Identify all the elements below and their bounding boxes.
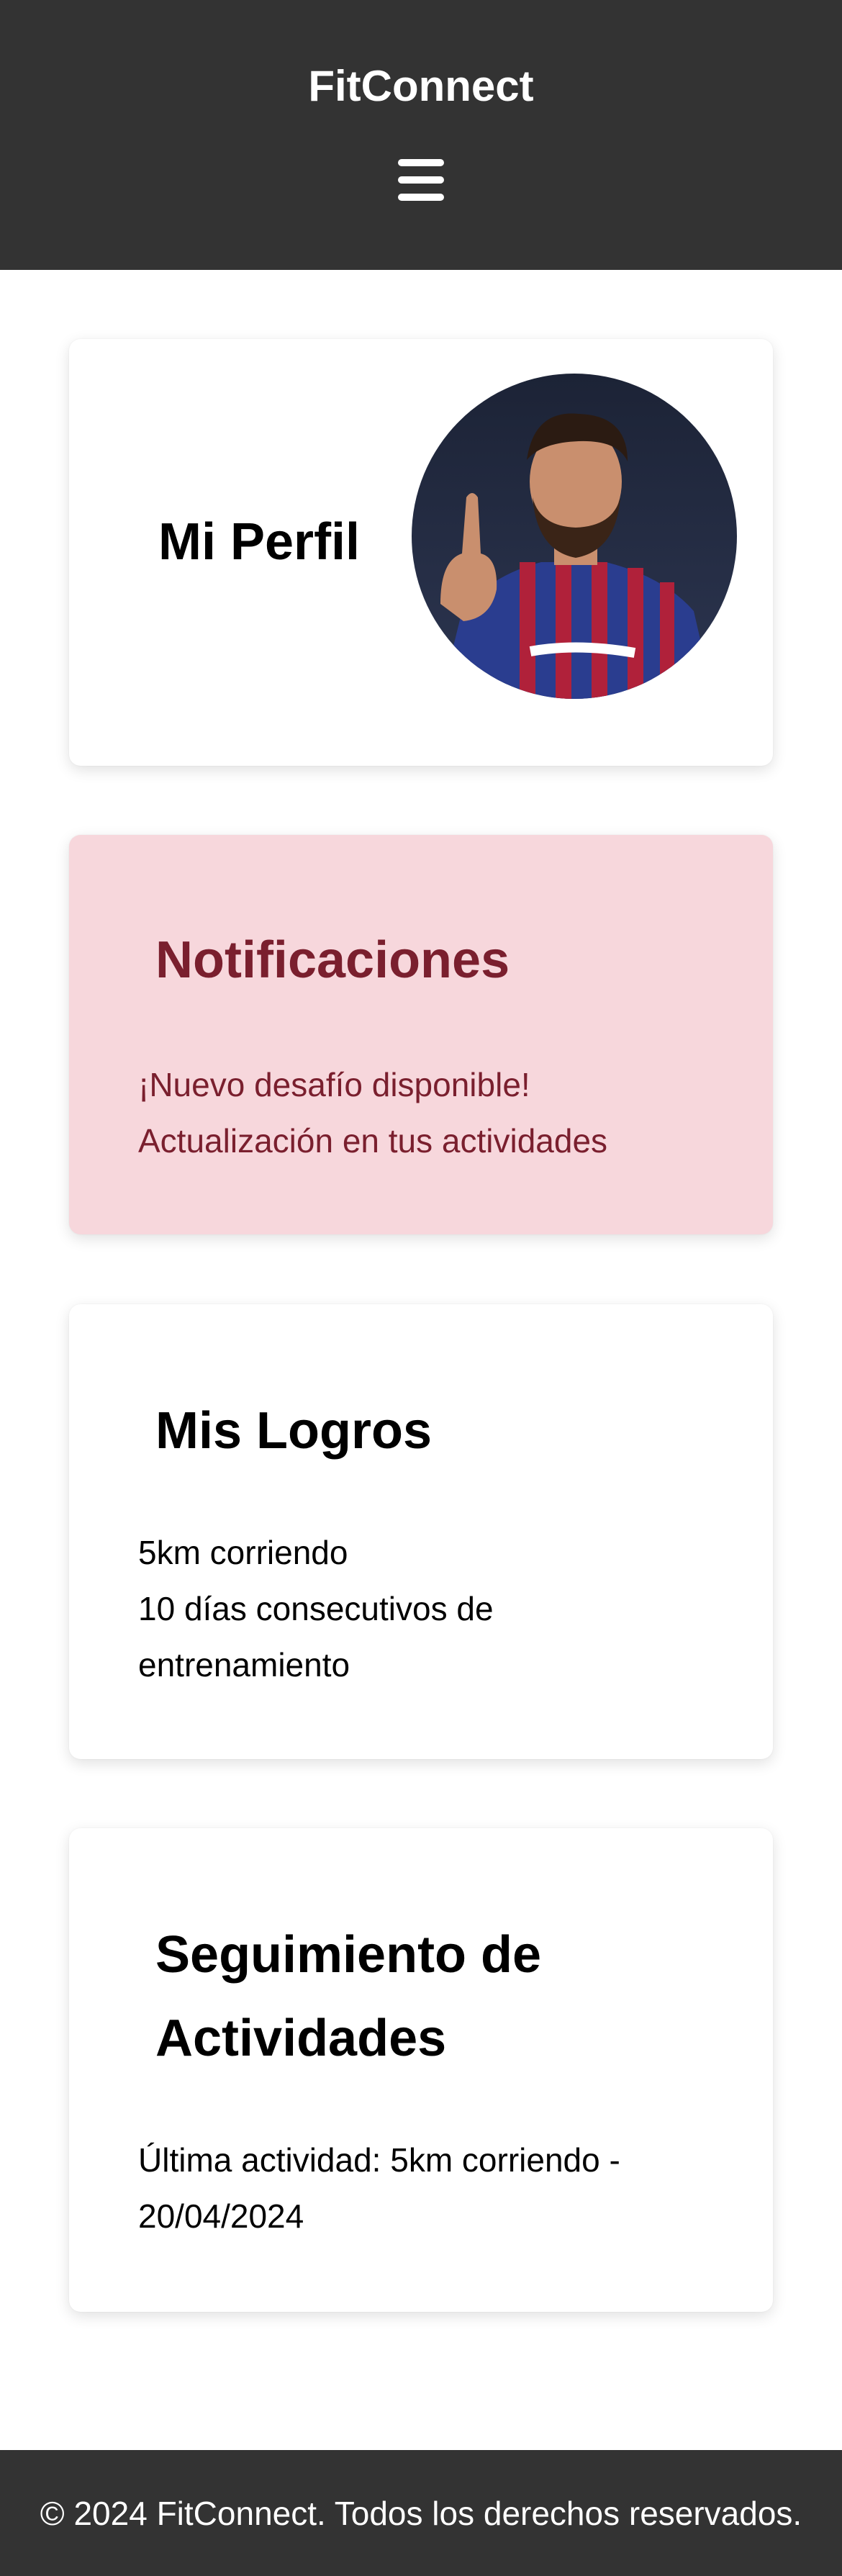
- footer-copyright: © 2024 FitConnect. Todos los derechos re…: [40, 2494, 802, 2532]
- last-activity-text: Última actividad: 5km corriendo - 20/04/…: [138, 2141, 620, 2235]
- notifications-card: Notificaciones ¡Nuevo desafío disponible…: [69, 835, 773, 1234]
- menu-bar: [398, 176, 444, 184]
- tracking-card: Seguimiento de Actividades Última activi…: [69, 1828, 773, 2312]
- notification-item[interactable]: ¡Nuevo desafío disponible!: [138, 1057, 530, 1113]
- avatar: [412, 374, 737, 699]
- achievements-card: Mis Logros 5km corriendo 10 días consecu…: [69, 1304, 773, 1759]
- menu-bar: [398, 159, 444, 166]
- site-footer: © 2024 FitConnect. Todos los derechos re…: [0, 2450, 842, 2576]
- hamburger-icon[interactable]: [398, 159, 444, 201]
- tracking-title: Seguimiento de Actividades: [155, 1926, 542, 2067]
- profile-title: Mi Perfil: [158, 513, 361, 571]
- notification-item[interactable]: Actualización en tus actividades: [138, 1113, 607, 1169]
- achievement-item: 5km corriendo: [138, 1534, 348, 1571]
- site-header: FitConnect: [0, 0, 842, 270]
- brand-title[interactable]: FitConnect: [0, 56, 842, 117]
- avatar-photo: [412, 374, 737, 699]
- profile-card: Mi Perfil: [69, 339, 773, 766]
- achievements-title: Mis Logros: [155, 1402, 433, 1460]
- menu-bar: [398, 194, 444, 201]
- notifications-title: Notificaciones: [155, 931, 510, 989]
- achievement-item: 10 días consecutivos de entrenamiento: [138, 1590, 494, 1684]
